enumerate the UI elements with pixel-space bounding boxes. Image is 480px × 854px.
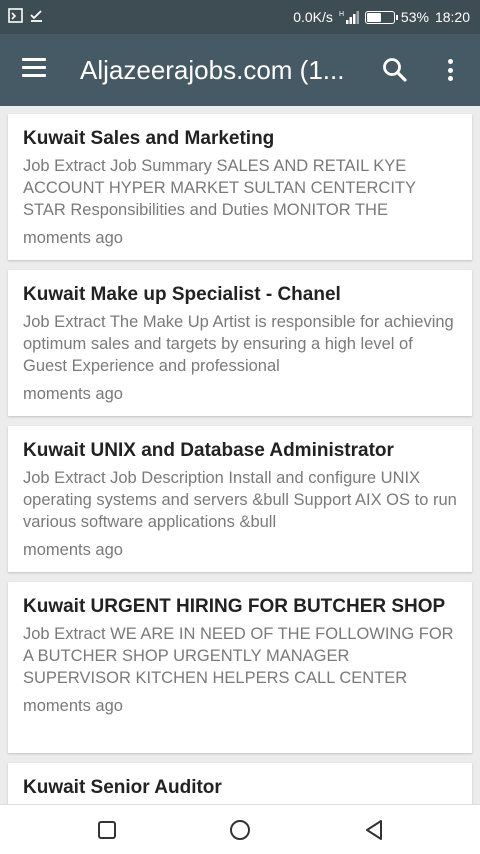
job-description: Job Extract Job Summary SALES AND RETAIL… [23, 157, 416, 219]
job-card[interactable]: Kuwait Make up Specialist - Chanel Job E… [8, 270, 472, 416]
job-time: moments ago [23, 385, 123, 403]
battery-level [366, 12, 381, 22]
svg-text:H: H [339, 11, 344, 18]
more-vert-icon[interactable] [440, 56, 460, 84]
job-card[interactable]: Kuwait URGENT HIRING FOR BUTCHER SHOP Jo… [8, 582, 472, 753]
job-time: moments ago [23, 697, 123, 715]
job-card[interactable]: Kuwait Sales and Marketing Job Extract J… [8, 114, 472, 260]
status-bar: 0.0K/s H 53% 18:20 [0, 0, 480, 34]
job-time: moments ago [23, 229, 123, 247]
battery-percent: 53% [400, 9, 429, 25]
job-title: Kuwait URGENT HIRING FOR BUTCHER SHOP [23, 596, 446, 617]
app-bar: Aljazeerajobs.com (1... [0, 34, 480, 106]
download-done-icon [30, 10, 42, 22]
job-title: Kuwait UNIX and Database Administrator [23, 440, 394, 461]
square-icon[interactable] [95, 818, 119, 842]
job-description: Job Extract The Make Up Artist is respon… [23, 313, 454, 375]
job-card[interactable]: Kuwait Senior Auditor [8, 763, 472, 804]
signal-icon: H [339, 11, 359, 24]
app-title: Aljazeerajobs.com (1... [80, 55, 345, 85]
job-title: Kuwait Sales and Marketing [23, 128, 275, 149]
screenshot-icon [8, 8, 23, 23]
clock: 18:20 [434, 9, 470, 25]
job-list[interactable]: Kuwait Sales and Marketing Job Extract J… [0, 106, 480, 804]
status-notifications [8, 8, 44, 23]
network-speed: 0.0K/s [293, 9, 333, 25]
job-card[interactable]: Kuwait UNIX and Database Administrator J… [8, 426, 472, 572]
battery-icon [364, 10, 398, 24]
triangle-back-icon[interactable] [362, 818, 386, 842]
job-title: Kuwait Senior Auditor [23, 777, 222, 798]
circle-icon[interactable] [228, 818, 252, 842]
job-description: Job Extract WE ARE IN NEED OF THE FOLLOW… [23, 625, 454, 687]
job-description: Job Extract Job Description Install and … [23, 469, 457, 531]
system-nav-bar [0, 804, 480, 854]
search-icon[interactable] [381, 56, 409, 84]
job-time: moments ago [23, 541, 123, 559]
job-title: Kuwait Make up Specialist - Chanel [23, 284, 341, 305]
hamburger-menu-icon[interactable] [22, 58, 50, 82]
status-indicators: 0.0K/s H 53% 18:20 [293, 9, 470, 25]
